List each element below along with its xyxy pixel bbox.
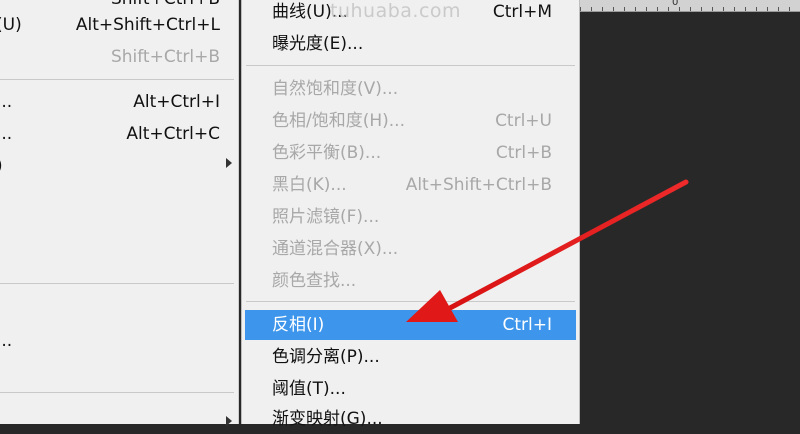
menu-item-photo-filter: 照片滤镜(F)... (242, 202, 579, 232)
menu-item-label: 色调分离(P)... (272, 347, 380, 367)
ruler-tick (635, 7, 636, 11)
menu-item-vibrance: 自然饱和度(V)... (242, 74, 579, 104)
menu-item-shortcut: Alt+Ctrl+I (133, 92, 220, 112)
menu-item-posterize[interactable]: 色调分离(P)... (242, 342, 579, 372)
menu-item-label: 颜色查找... (272, 271, 357, 291)
ruler-tick (657, 7, 658, 11)
menu-item-shortcut: Shift+Ctrl+B (110, 47, 220, 67)
ruler-tick (591, 7, 592, 11)
menu-item-label: 曝光度(E)... (272, 34, 364, 54)
menu-item-label: ... (0, 124, 13, 144)
adjustments-submenu: 曲线(U)... Ctrl+M 曝光度(E)... 自然饱和度(V)... 色相… (241, 0, 580, 429)
ruler-tick (602, 7, 603, 11)
menu-item-shortcut: Ctrl+U (495, 111, 552, 131)
ruler-tick (668, 7, 669, 11)
horizontal-ruler: 0 (578, 0, 800, 12)
menu-item-channel-mixer: 通道混合器(X)... (242, 234, 579, 264)
menu-item-shortcut: Alt+Shift+Ctrl+B (405, 175, 552, 195)
ruler-tick (580, 7, 581, 11)
menu-item-shortcut: Ctrl+I (502, 315, 552, 335)
ruler-tick (734, 7, 735, 11)
menu-separator (0, 392, 234, 393)
ruler-tick (624, 7, 625, 11)
menu-separator (246, 301, 575, 302)
image-menu: Shift+Ctrl+B (U) Alt+Shift+Ctrl+L Shift+… (0, 0, 239, 426)
ruler-tick (756, 7, 757, 11)
menu-item-label: 色相/饱和度(H)... (272, 111, 405, 131)
menu-item-exposure[interactable]: 曝光度(E)... (242, 29, 579, 59)
ruler-tick (701, 7, 702, 11)
menu-item-label: 阈值(T)... (272, 379, 346, 399)
watermark: tuhuaba.com (330, 0, 462, 22)
menu-item-shortcut: Ctrl+B (495, 143, 552, 163)
menu-item-label: 黑白(K)... (272, 175, 347, 195)
menu-item-label: 通道混合器(X)... (272, 239, 399, 259)
menu-item-shortcut: Alt+Ctrl+C (126, 124, 220, 144)
ruler-tick (767, 7, 768, 11)
menu-item-label: 色彩平衡(B)... (272, 143, 382, 163)
ruler-tick (789, 7, 790, 11)
document-canvas[interactable]: 0 (578, 0, 800, 424)
menu-separator (246, 65, 575, 66)
menu-item[interactable]: ... (0, 326, 238, 356)
menu-item-label: 渐变映射(G)... (272, 409, 383, 429)
menu-item-label: 自然饱和度(V)... (272, 79, 399, 99)
menu-item-label: ) (0, 151, 3, 181)
ruler-tick (723, 7, 724, 11)
menu-item-label: (U) (0, 15, 22, 35)
menu-item-shortcut: Ctrl+M (492, 2, 552, 22)
menu-item[interactable]: (U) Alt+Shift+Ctrl+L (0, 10, 238, 40)
menu-separator (0, 283, 234, 284)
menu-item[interactable]: ... Alt+Ctrl+I (0, 87, 238, 117)
submenu-arrow-icon (226, 158, 232, 168)
menu-item-gradient-map[interactable]: 渐变映射(G)... (242, 404, 579, 434)
menu-item-submenu[interactable]: ) (0, 151, 238, 181)
submenu-arrow-icon (226, 416, 232, 426)
ruler-tick (690, 7, 691, 11)
menu-item-label: 照片滤镜(F)... (272, 207, 380, 227)
menu-item-shortcut: Alt+Shift+Ctrl+L (75, 15, 220, 35)
ruler-tick (679, 7, 680, 11)
ruler-tick (613, 7, 614, 11)
menu-item: Shift+Ctrl+B (0, 42, 238, 72)
menu-item-label: ... (0, 92, 13, 112)
ruler-tick (778, 7, 779, 11)
menu-item-label: ... (0, 331, 13, 351)
ruler-tick (745, 7, 746, 11)
menu-item-color-lookup: 颜色查找... (242, 266, 579, 296)
menu-item-black-white: 黑白(K)... Alt+Shift+Ctrl+B (242, 170, 579, 200)
ruler-tick (712, 7, 713, 11)
menu-item-invert[interactable]: 反相(I) Ctrl+I (245, 310, 576, 340)
ruler-label-0: 0 (672, 0, 679, 8)
menu-separator (0, 79, 234, 80)
ruler-tick (646, 7, 647, 11)
menu-item-hue-saturation: 色相/饱和度(H)... Ctrl+U (242, 106, 579, 136)
menu-item-label: 反相(I) (272, 315, 325, 335)
menu-item[interactable]: ... Alt+Ctrl+C (0, 119, 238, 149)
menu-item-threshold[interactable]: 阈值(T)... (242, 374, 579, 404)
menu-item-color-balance: 色彩平衡(B)... Ctrl+B (242, 138, 579, 168)
